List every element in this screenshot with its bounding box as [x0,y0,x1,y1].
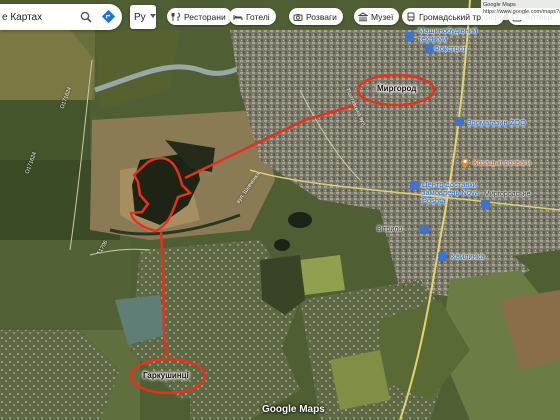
search-box[interactable]: e Картах [0,4,122,30]
search-text[interactable]: e Картах [2,12,42,23]
satellite-map[interactable] [0,0,560,420]
place-kozatski[interactable]: Козацькі розваги [473,158,531,167]
map-window: e Картах Ру Ресторани Готелі Розваги Муз… [0,0,560,420]
delivery-pin-icon[interactable] [410,181,419,190]
chip-label: Готелі [246,11,270,22]
label-harkushyntsi: Гаркушинці [143,371,189,380]
place-zoomagazin[interactable]: Зоомагазин ZOO [467,118,526,127]
fork-knife-icon [171,12,180,21]
school-pin-icon[interactable] [405,32,414,41]
chip-label: Розваги [306,11,337,22]
place-foxtrot[interactable]: Фокстрот [434,44,466,53]
attribution-title: Google Maps [483,2,516,8]
chip-restaurants[interactable]: Ресторани [167,8,232,25]
museum-icon [358,11,368,21]
orange-pin-icon[interactable] [460,157,470,169]
store-pin-icon[interactable] [481,200,490,209]
google-maps-logo: Google Maps [262,404,325,415]
place-myrhorodske[interactable]: Миргородсьне [484,191,531,198]
chevron-down-icon [150,14,156,18]
chip-museums[interactable]: Музеї [354,8,400,25]
search-icon[interactable] [80,11,92,23]
place-college[interactable]: Машинобудівний технікум [418,27,500,43]
cart-pin-icon[interactable] [438,252,447,261]
chip-label: Ресторани [184,11,226,22]
chip-label: Музеї [371,11,394,22]
chip-hotels[interactable]: Готелі [229,8,276,25]
place-khvylynka[interactable]: Хвилинка [451,252,485,261]
bus-icon [407,12,415,21]
camera-icon [293,13,303,21]
pet-shop-pin-icon[interactable] [455,117,464,126]
place-vitrilo[interactable]: Вітрило [377,226,402,233]
directions-icon[interactable] [101,9,116,24]
marker-pin-icon[interactable] [420,225,429,234]
label-myrhorod: Миргород [377,84,417,93]
language-label: Ру [134,11,146,23]
attribution-url: https://www.google.com/maps?auth [483,9,560,15]
attribution-box: Google Maps https://www.google.com/maps?… [481,0,560,20]
bed-icon [233,14,243,20]
shop-pin-icon[interactable] [425,44,434,53]
chip-entertainment[interactable]: Розваги [289,8,343,25]
